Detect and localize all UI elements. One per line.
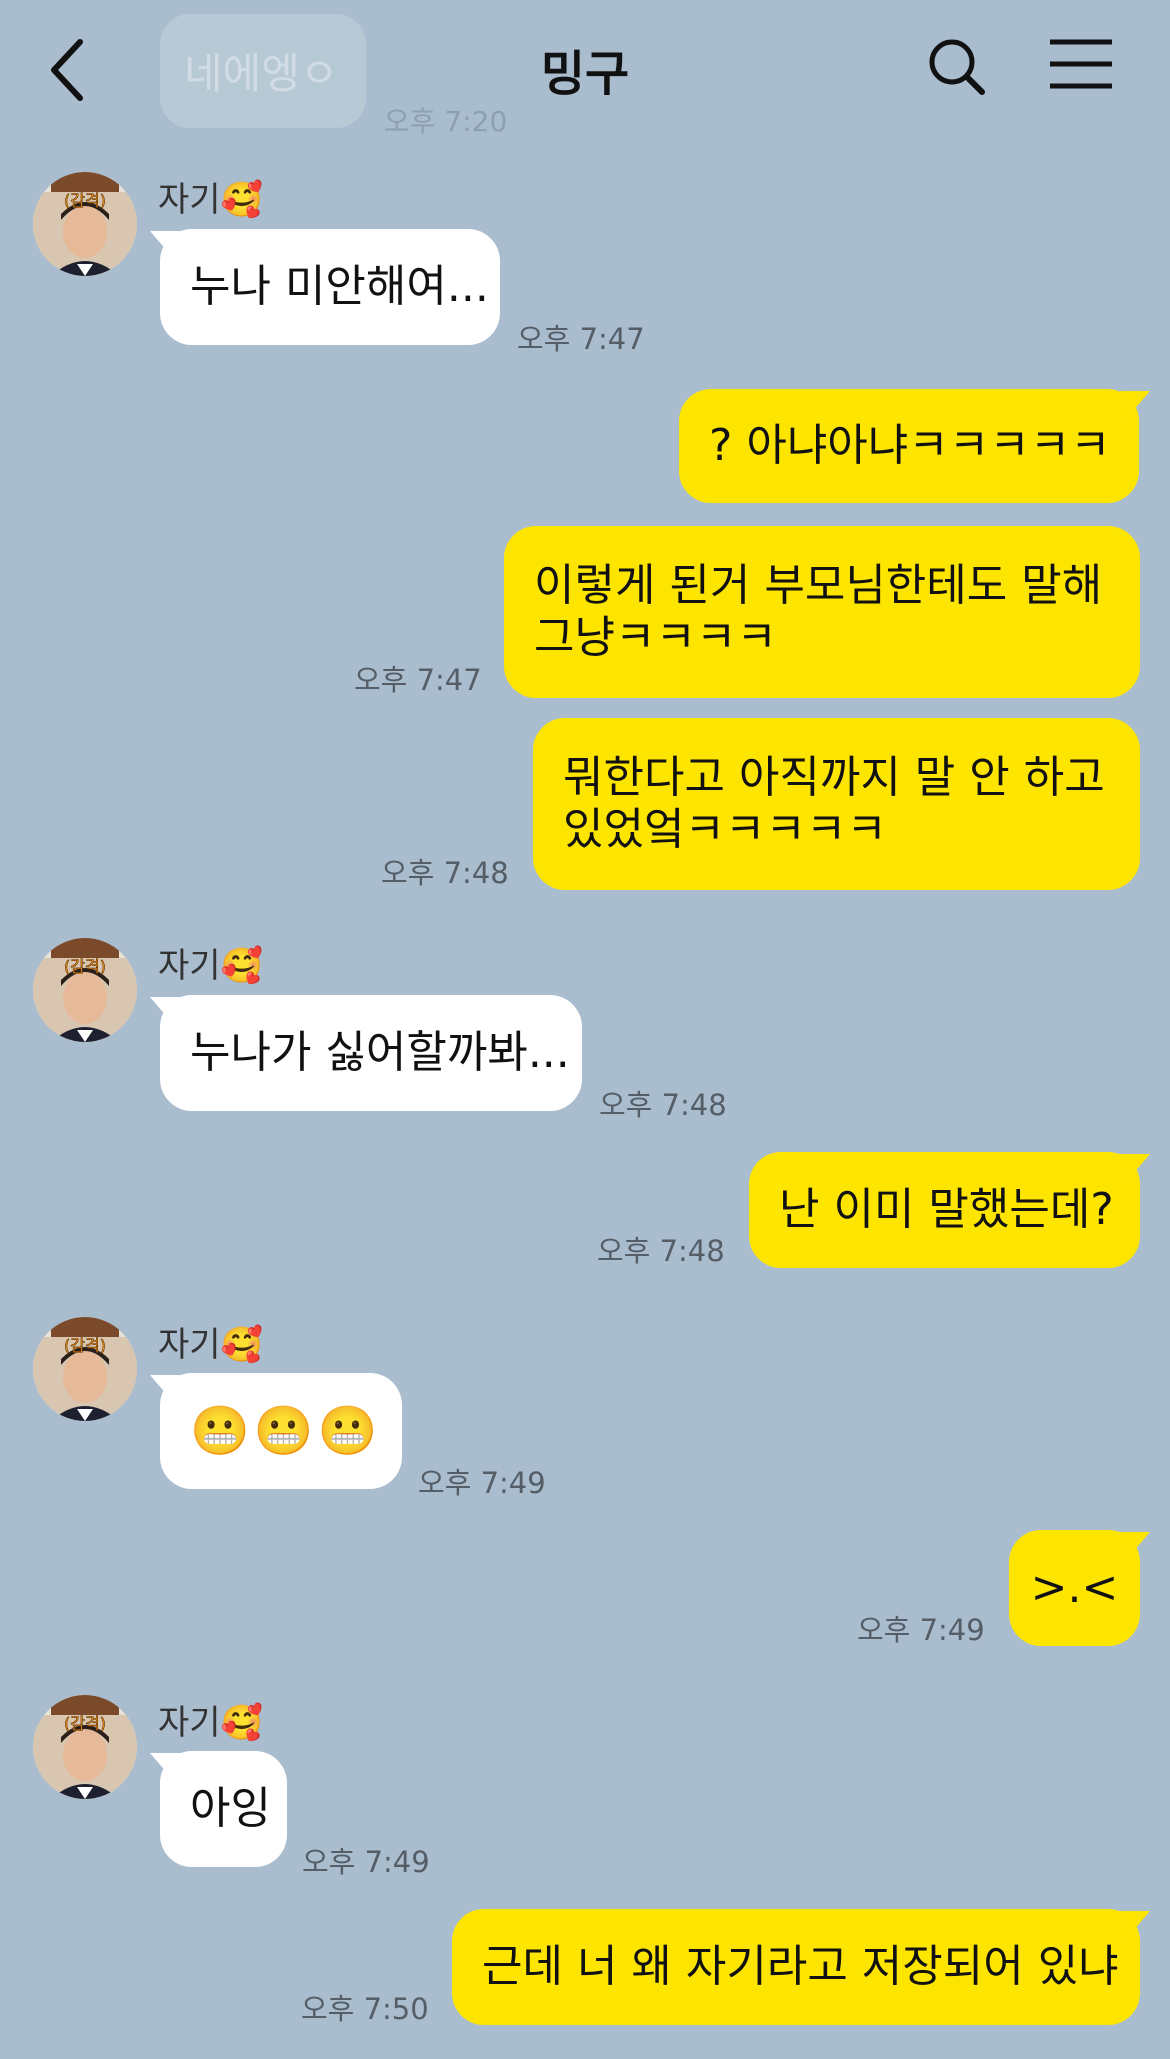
search-button[interactable] — [924, 30, 990, 100]
message-bubble-incoming[interactable]: 누나가 싫어할까봐... — [160, 995, 582, 1111]
avatar[interactable]: (감격) — [33, 938, 137, 1042]
message-text: 난 이미 말했는데? — [779, 1184, 1114, 1235]
message-time: 오후 7:49 — [302, 1845, 430, 1879]
avatar-badge-text: (감격) — [64, 1336, 106, 1355]
avatar-badge-text: (감격) — [64, 1714, 106, 1733]
bubble-tail — [150, 997, 180, 1025]
bubble-tail — [150, 1375, 180, 1403]
message-text-line-1: 뭐한다고 아직까지 말 안 하고 — [563, 752, 1105, 803]
message-time: 오후 7:49 — [418, 1466, 546, 1500]
message-time: 오후 7:50 — [301, 1992, 429, 2026]
profile-photo: (감격) — [33, 172, 137, 276]
message-text: 아잉 — [190, 1783, 271, 1834]
search-icon — [929, 39, 985, 95]
message-time: 오후 7:48 — [381, 856, 509, 890]
message-bubble-outgoing[interactable]: 근데 너 왜 자기라고 저장되어 있냐 — [452, 1909, 1140, 2025]
avatar[interactable]: (감격) — [33, 1317, 137, 1421]
message-time: 오후 7:48 — [597, 1234, 725, 1268]
message-bubble-outgoing[interactable]: 뭐한다고 아직까지 말 안 하고 있었엌ㅋㅋㅋㅋㅋ — [533, 718, 1140, 890]
avatar[interactable]: (감격) — [33, 1695, 137, 1799]
chat-title: 밍구 — [540, 46, 630, 102]
message-bubble-incoming[interactable]: 😬😬😬 — [160, 1373, 402, 1489]
message-bubble-outgoing[interactable]: ? 아냐아냐ㅋㅋㅋㅋㅋ — [679, 389, 1139, 503]
message-time: 오후 7:48 — [599, 1088, 727, 1122]
profile-photo: (감격) — [33, 1695, 137, 1799]
bubble-tail — [150, 231, 180, 259]
profile-photo: (감격) — [33, 938, 137, 1042]
message-text-line-2: 그냥ㅋㅋㅋㅋ — [534, 612, 777, 663]
message-text: 😬😬😬 — [190, 1403, 382, 1459]
message-text-line-2: 있었엌ㅋㅋㅋㅋㅋ — [563, 804, 887, 855]
message-bubble-outgoing[interactable]: 난 이미 말했는데? — [749, 1152, 1140, 1268]
message-text-line-1: 이렇게 된거 부모님한테도 말해 — [534, 560, 1103, 611]
profile-photo: (감격) — [33, 1317, 137, 1421]
message-text: 누나 미안해여... — [190, 261, 489, 312]
message-bubble-incoming[interactable]: 누나 미안해여... — [160, 229, 500, 345]
bubble-tail — [1120, 1911, 1150, 1939]
sender-name: 자기🥰 — [158, 180, 263, 220]
avatar-badge-text: (감격) — [64, 191, 106, 210]
message-text: ? 아냐아냐ㅋㅋㅋㅋㅋ — [709, 420, 1111, 471]
sender-name: 자기🥰 — [158, 1325, 263, 1365]
sender-name: 자기🥰 — [158, 946, 263, 986]
avatar-badge-text: (감격) — [64, 957, 106, 976]
message-text: 근데 너 왜 자기라고 저장되어 있냐 — [482, 1941, 1119, 1992]
sender-name: 자기🥰 — [158, 1703, 263, 1743]
message-text: 누나가 싫어할까봐... — [190, 1027, 570, 1078]
message-time: 오후 7:47 — [517, 322, 645, 356]
message-bubble-outgoing[interactable]: 이렇게 된거 부모님한테도 말해 그냥ㅋㅋㅋㅋ — [504, 526, 1140, 698]
bubble-tail — [150, 1753, 180, 1781]
message-time: 오후 7:49 — [857, 1613, 985, 1647]
menu-button[interactable] — [1046, 34, 1116, 94]
menu-icon — [1050, 39, 1112, 89]
bubble-tail — [1120, 1154, 1150, 1182]
message-time: 오후 7:47 — [354, 663, 482, 697]
bubble-tail — [1120, 1532, 1150, 1560]
avatar[interactable]: (감격) — [33, 172, 137, 276]
message-text: >.< — [1030, 1562, 1119, 1613]
previous-message-time: 오후 7:20 — [384, 105, 508, 138]
bubble-tail — [1120, 391, 1150, 419]
